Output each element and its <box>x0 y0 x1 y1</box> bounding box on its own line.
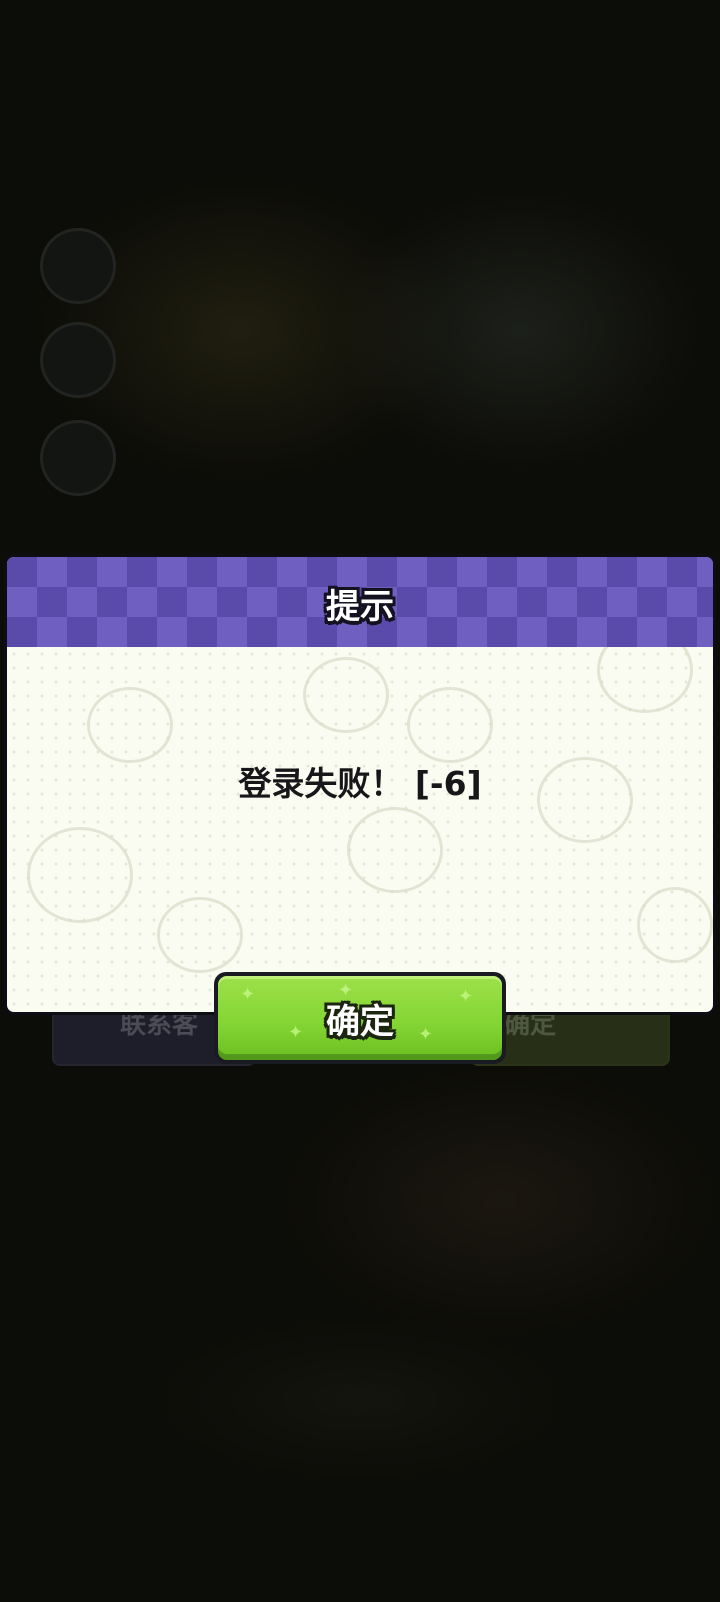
confirm-button[interactable]: ✦ ✦ ✦ ✦ ✦ 确定 <box>214 972 506 1064</box>
background-avatar-circle <box>40 322 116 398</box>
dialog-message: 登录失败！ [-6] <box>238 764 482 803</box>
confirm-button-label: 确定 <box>326 1002 394 1042</box>
decorative-doodle <box>303 657 389 733</box>
confirm-button-face: ✦ ✦ ✦ ✦ ✦ 确定 <box>218 976 502 1060</box>
dialog-title: 提示 <box>326 587 394 627</box>
decorative-doodle <box>407 687 493 763</box>
alert-dialog: 提示 登录失败！ [-6] <box>4 554 716 1015</box>
decorative-doodle <box>27 827 133 923</box>
decorative-doodle <box>157 897 243 973</box>
decorative-doodle <box>87 687 173 763</box>
dialog-header: 提示 <box>7 557 713 647</box>
background-avatar-circle <box>40 420 116 496</box>
background-avatar-circle <box>40 228 116 304</box>
decorative-doodle <box>637 887 713 963</box>
decorative-doodle <box>347 807 443 893</box>
